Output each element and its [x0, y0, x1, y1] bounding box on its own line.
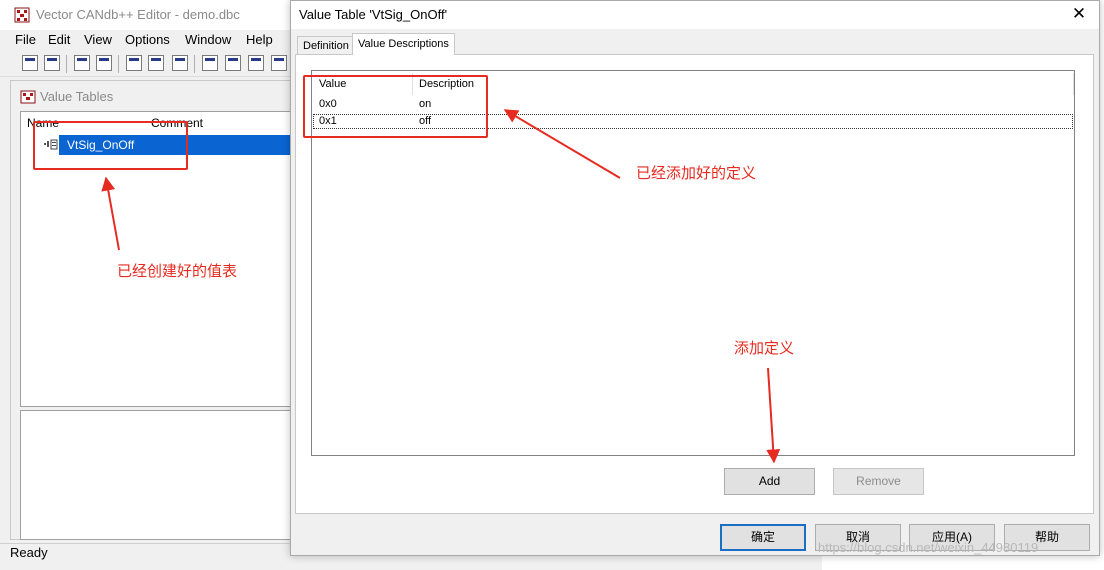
- status-text: Ready: [10, 545, 48, 560]
- list-icon[interactable]: [148, 55, 164, 71]
- view-split-icon[interactable]: [248, 55, 264, 71]
- view-window-icon[interactable]: [271, 55, 287, 71]
- properties-icon[interactable]: [126, 55, 142, 71]
- open-folder-icon[interactable]: [22, 55, 38, 71]
- view-overview-icon[interactable]: [202, 55, 218, 71]
- annotation-box-added-definitions: [303, 75, 488, 138]
- paste-icon[interactable]: [96, 55, 112, 71]
- close-icon[interactable]: ✕: [1068, 4, 1090, 24]
- annotation-created-table: 已经创建好的值表: [117, 263, 238, 280]
- toolbar-separator: [194, 55, 195, 73]
- value-tables-detail-panel: [20, 410, 292, 540]
- value-tables-icon: [20, 90, 36, 104]
- value-tables-title: Value Tables: [40, 89, 114, 104]
- copy-icon[interactable]: [74, 55, 90, 71]
- tools-icon[interactable]: [172, 55, 188, 71]
- menu-view[interactable]: View: [84, 32, 112, 47]
- menu-options[interactable]: Options: [125, 32, 170, 47]
- annotation-add-definition: 添加定义: [734, 340, 795, 357]
- save-icon[interactable]: [44, 55, 60, 71]
- menu-file[interactable]: File: [15, 32, 36, 47]
- tab-definition[interactable]: Definition: [297, 36, 355, 55]
- watermark: https://blog.csdn.net/weixin_44980119: [818, 540, 1039, 555]
- tab-value-descriptions[interactable]: Value Descriptions: [352, 33, 455, 55]
- view-columns-icon[interactable]: [225, 55, 241, 71]
- candb-app-icon: [14, 7, 30, 23]
- annotation-added-definitions: 已经添加好的定义: [636, 165, 757, 182]
- dialog-title: Value Table 'VtSig_OnOff': [299, 7, 448, 22]
- column-divider[interactable]: [1073, 73, 1074, 95]
- ok-button[interactable]: 确定: [720, 524, 806, 551]
- annotation-box-created-table: [33, 121, 188, 170]
- menu-help[interactable]: Help: [246, 32, 273, 47]
- menu-edit[interactable]: Edit: [48, 32, 70, 47]
- menu-window[interactable]: Window: [185, 32, 231, 47]
- remove-button[interactable]: Remove: [833, 468, 924, 495]
- toolbar-separator: [118, 55, 119, 73]
- add-button[interactable]: Add: [724, 468, 815, 495]
- main-window-title: Vector CANdb++ Editor - demo.dbc: [36, 7, 240, 22]
- toolbar-separator: [66, 55, 67, 73]
